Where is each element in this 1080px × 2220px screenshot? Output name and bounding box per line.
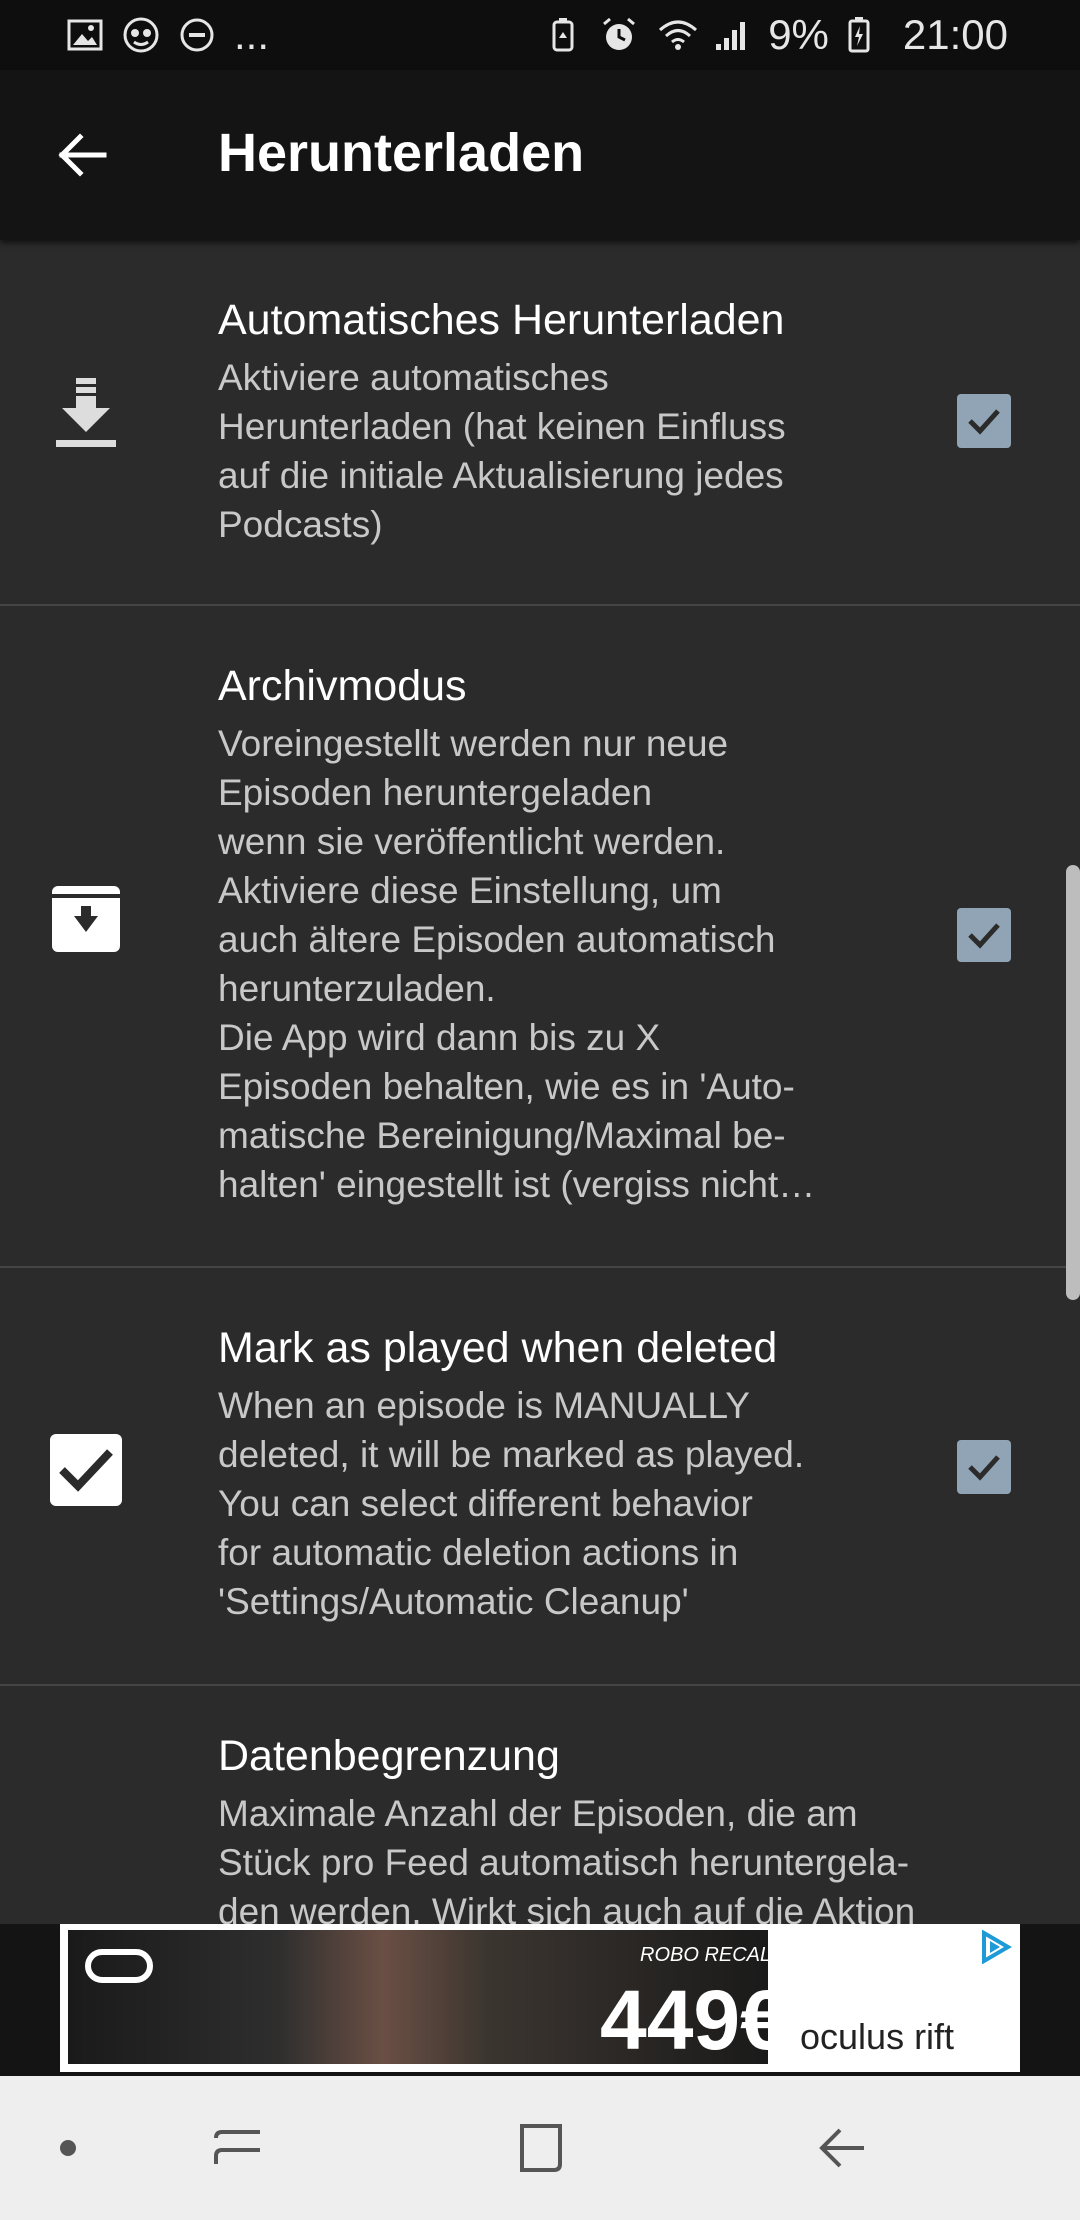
pref-title: Automatisches Herunterladen: [218, 296, 785, 344]
image-icon: [66, 16, 104, 54]
pref-title: Archivmodus: [218, 662, 467, 710]
page-title: Herunterladen: [218, 123, 585, 183]
battery-icon: [847, 16, 885, 54]
oculus-logo-icon: [85, 1949, 153, 1983]
back-button[interactable]: [42, 115, 122, 195]
signal-icon: [712, 16, 750, 54]
scrollbar[interactable]: [1066, 865, 1080, 1300]
recent-apps-icon: [214, 2130, 260, 2164]
pref-automatic-download[interactable]: Automatisches Herunterladen Aktiviere au…: [0, 240, 1080, 606]
pref-checkbox[interactable]: [957, 394, 1011, 448]
ad-banner[interactable]: ROBO RECALL 449€ oculus rift: [60, 1924, 1020, 2072]
system-nav-bar: [0, 2076, 1080, 2220]
pref-checkbox[interactable]: [957, 1440, 1011, 1494]
nav-dot-button[interactable]: [32, 2112, 104, 2184]
ad-choices-icon[interactable]: [978, 1930, 1012, 1964]
home-button[interactable]: [504, 2112, 576, 2184]
status-time: 21:00: [902, 11, 1008, 58]
status-right: 9% 21:00: [544, 11, 1008, 59]
ad-area: ROBO RECALL 449€ oculus rift: [0, 1924, 1080, 2076]
pref-summary: Voreingestellt werden nur neue Episoden …: [218, 723, 816, 1205]
ad-price: 449€: [600, 1973, 787, 2067]
checkbox-icon: [48, 1432, 124, 1508]
dot-icon: [60, 2140, 76, 2156]
pref-mark-played-deleted[interactable]: Mark as played when deleted When an epis…: [0, 1268, 1080, 1686]
back-icon: [819, 2128, 864, 2168]
check-icon: [968, 923, 1000, 949]
check-icon: [968, 409, 1000, 435]
pref-title: Datenbegrenzung: [218, 1732, 560, 1780]
status-bar: ... 9% 21:00: [0, 0, 1080, 70]
podcast-icon: [122, 16, 160, 54]
ad-brand: oculus rift: [800, 2016, 955, 2057]
status-ellipsis: ...: [234, 11, 270, 58]
archive-icon: [48, 880, 124, 956]
home-icon: [520, 2124, 562, 2172]
pref-data-limit[interactable]: Datenbegrenzung Maximale Anzahl der Epis…: [0, 1686, 1080, 1924]
status-left: ...: [66, 11, 269, 59]
pref-title: Mark as played when deleted: [218, 1324, 778, 1372]
pref-summary: When an episode is MANUALLY deleted, it …: [218, 1385, 805, 1622]
pref-archive-mode[interactable]: Archivmodus Voreingestellt werden nur ne…: [0, 606, 1080, 1268]
data-limit-icon: [48, 1904, 124, 1924]
ad-small-text: ROBO RECALL: [640, 1944, 783, 1966]
arrow-left-icon: [58, 133, 107, 177]
battery-percent: 9%: [768, 11, 829, 58]
app-bar: Herunterladen: [0, 70, 1080, 240]
alarm-icon: [600, 16, 638, 54]
pref-summary: Maximale Anzahl der Episoden, die am Stü…: [218, 1793, 916, 1924]
download-icon: [48, 378, 124, 454]
pref-summary: Aktiviere automatisches Herunterladen (h…: [218, 357, 786, 545]
nav-back-button[interactable]: [806, 2112, 878, 2184]
pref-checkbox[interactable]: [957, 908, 1011, 962]
wifi-icon: [656, 16, 698, 54]
do-not-disturb-icon: [178, 16, 216, 54]
battery-saver-icon: [544, 16, 582, 54]
check-icon: [968, 1455, 1000, 1481]
recent-apps-button[interactable]: [202, 2112, 274, 2184]
preference-list: Automatisches Herunterladen Aktiviere au…: [0, 240, 1080, 1924]
